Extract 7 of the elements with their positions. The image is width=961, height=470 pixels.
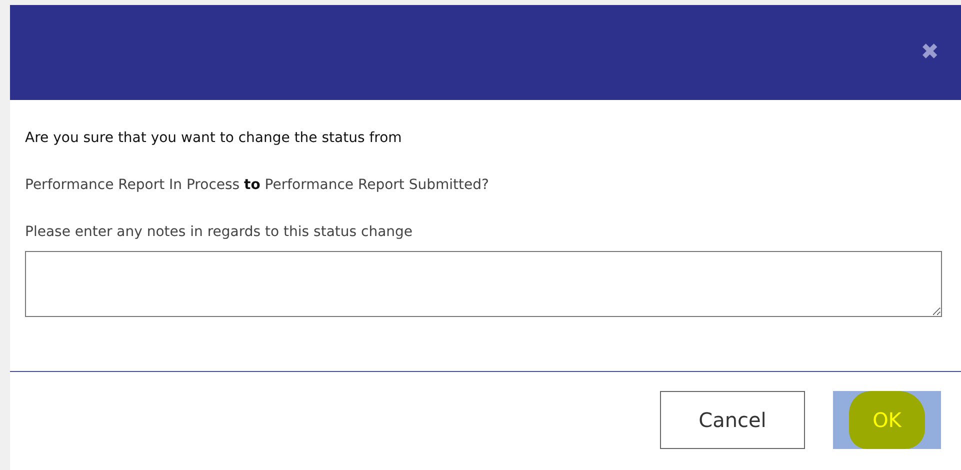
ok-button[interactable]: OK — [833, 391, 941, 449]
question-text: Are you sure that you want to change the status from — [25, 130, 403, 146]
notes-label: Please enter any notes in regards to this status change — [25, 224, 414, 240]
notes-field[interactable] — [25, 251, 942, 317]
status-change-text: Performance Report In Process to Performance Report Submitted? — [25, 177, 490, 193]
cancel-button[interactable]: Cancel — [660, 391, 805, 449]
close-icon[interactable]: ✖ — [920, 42, 939, 64]
